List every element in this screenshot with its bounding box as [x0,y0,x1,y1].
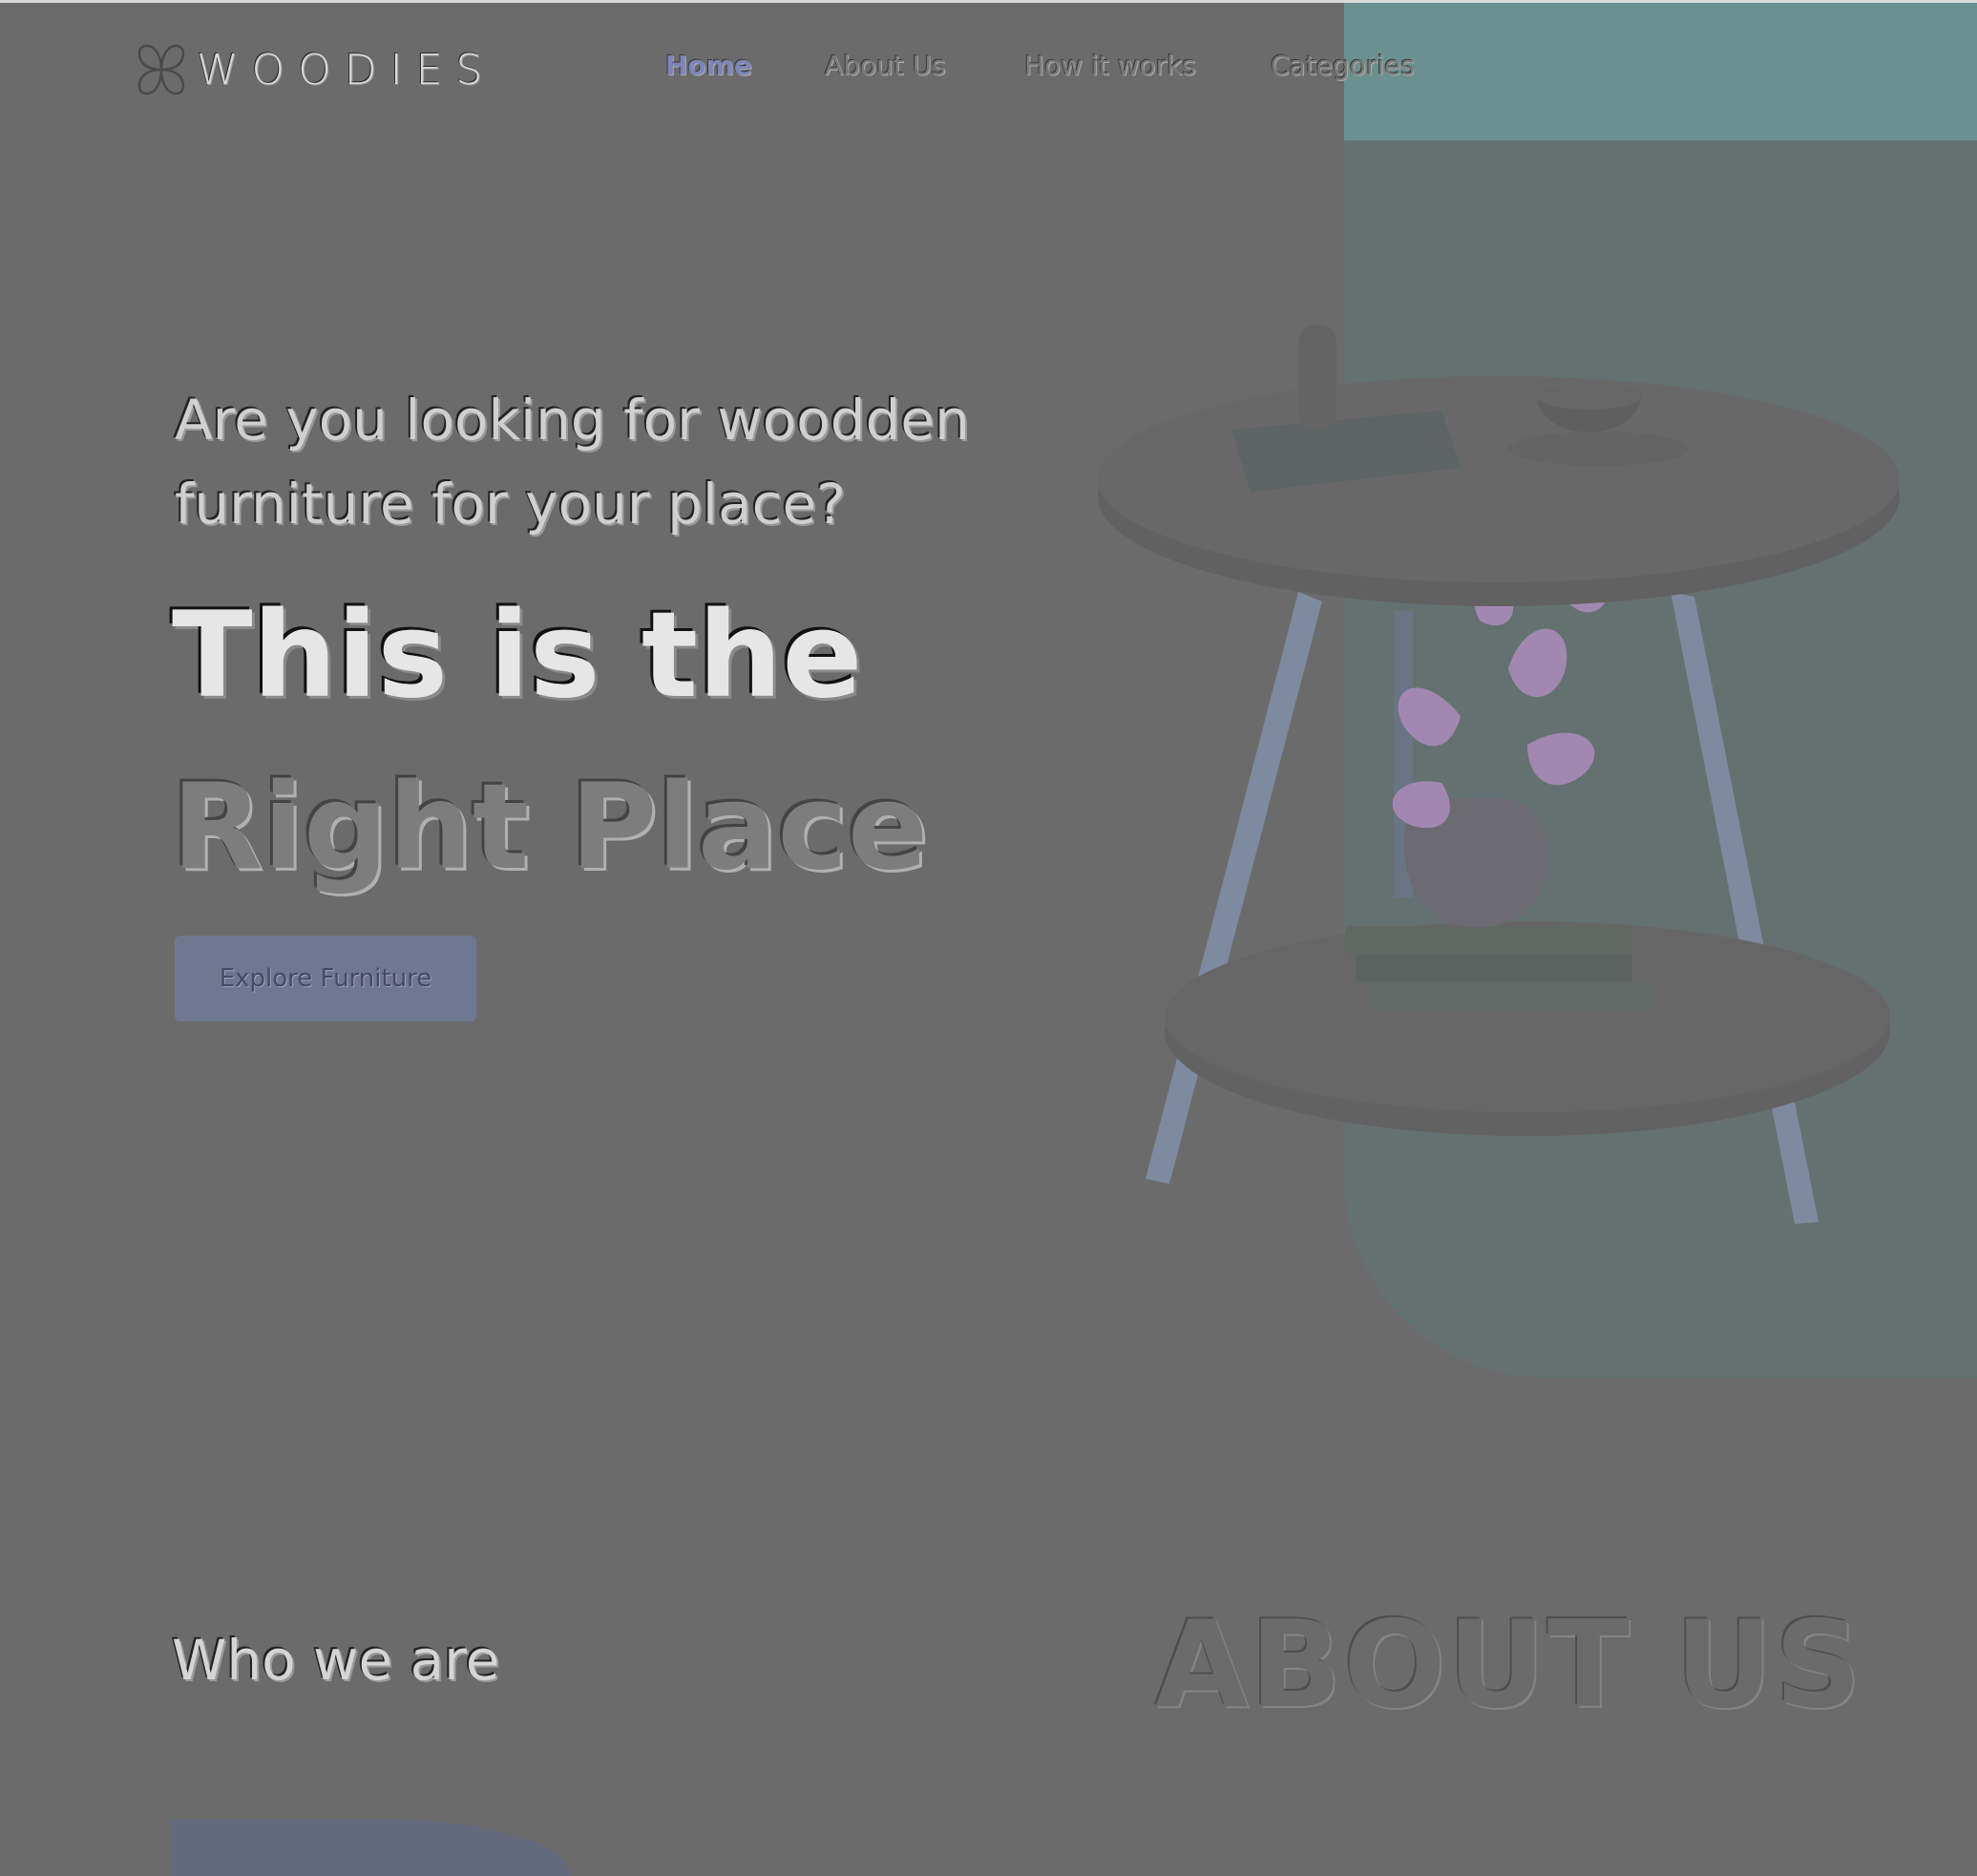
explore-furniture-button[interactable]: Explore Furniture [175,936,476,1022]
brand-name: WOODIES [197,45,496,95]
about-us-background-text: ABOUT US [1155,1594,1863,1735]
hero-question: Are you looking for woodden furniture fo… [175,388,970,537]
nav-about-us[interactable]: About Us [825,50,946,81]
four-petal-logo-icon [137,44,185,95]
side-table-image [1098,325,1900,1224]
hero-title-line2: Right Place [172,759,929,896]
header-teal-band [1344,3,1977,140]
hero-title-line1: This is the [172,587,863,725]
who-we-are-heading: Who we are [172,1628,500,1693]
nav-categories[interactable]: Categories [1271,50,1415,81]
nav-home[interactable]: Home [665,50,752,81]
nav-how-it-works[interactable]: How it works [1024,50,1196,81]
about-image-placeholder [170,1819,571,1876]
brand-logo[interactable]: WOODIES [134,42,495,97]
